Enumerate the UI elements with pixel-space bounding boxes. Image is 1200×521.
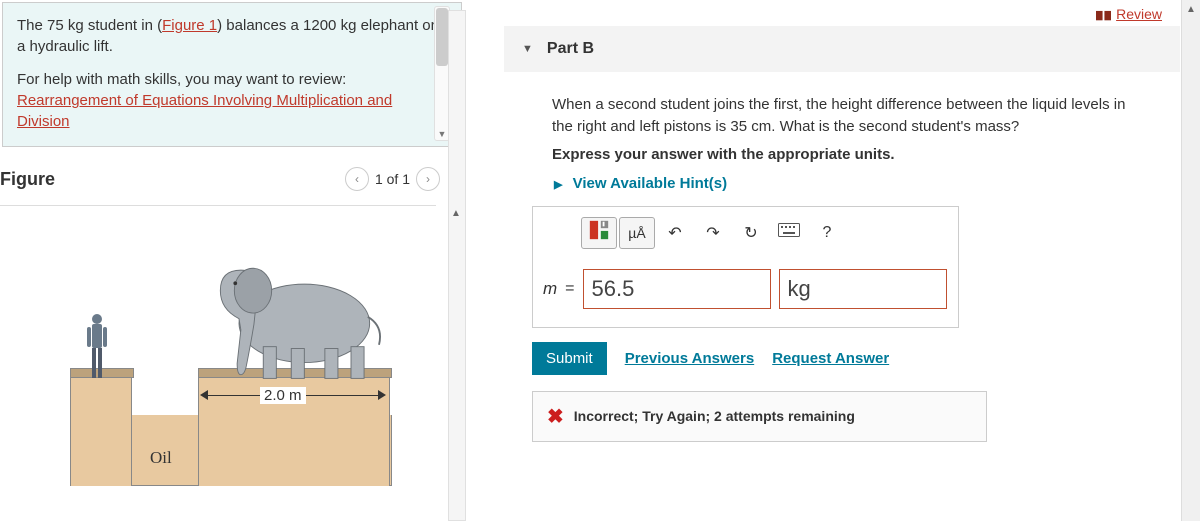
submit-button[interactable]: Submit — [532, 342, 607, 375]
dimension-label: 2.0 m — [260, 387, 306, 404]
template-icon — [588, 219, 610, 246]
question-prompt: When a second student joins the first, t… — [552, 94, 1132, 138]
redo-button[interactable]: ↷ — [695, 217, 731, 249]
problem-info-box: The 75 kg student in (Figure 1) balances… — [2, 2, 462, 147]
math-skills-link[interactable]: Rearrangement of Equations Involving Mul… — [17, 92, 392, 130]
incorrect-icon: ✖ — [547, 404, 564, 429]
view-hints-link[interactable]: ▶ View Available Hint(s) — [554, 175, 1180, 192]
figure-image: 2.0 m Oil — [60, 236, 420, 496]
unit-kg: kg — [341, 17, 357, 34]
person-icon — [84, 312, 110, 384]
part-label: Part B — [547, 40, 594, 58]
keyboard-icon — [778, 223, 800, 242]
figure-counter: 1 of 1 — [375, 171, 410, 187]
previous-answers-link[interactable]: Previous Answers — [625, 350, 755, 367]
figure-scrollbar[interactable]: ▲ — [448, 10, 466, 521]
special-chars-label: µÅ — [628, 225, 645, 241]
info-text: ) balances a 1200 — [217, 17, 340, 34]
equals-sign: = — [565, 280, 574, 298]
answer-unit-input[interactable]: kg — [779, 269, 947, 309]
answer-value-input[interactable]: 56.5 — [583, 269, 771, 309]
info-text: student in ( — [84, 17, 162, 34]
help-button[interactable]: ? — [809, 217, 845, 249]
book-icon — [1096, 8, 1111, 20]
keyboard-button[interactable] — [771, 217, 807, 249]
elephant-icon — [200, 244, 390, 384]
expand-icon: ▶ — [554, 179, 562, 191]
template-tool-button[interactable] — [581, 217, 617, 249]
info-text: For help with math skills, you may want … — [17, 71, 346, 88]
answer-instruction: Express your answer with the appropriate… — [552, 146, 1180, 163]
figure-prev-button[interactable]: ‹ — [345, 167, 369, 191]
undo-button[interactable]: ↶ — [657, 217, 693, 249]
collapse-icon: ▼ — [522, 43, 533, 55]
reset-button[interactable]: ↻ — [733, 217, 769, 249]
figure-link[interactable]: Figure 1 — [162, 17, 217, 34]
figure-title: Figure — [0, 169, 55, 190]
page-scrollbar[interactable]: ▲ — [1181, 0, 1200, 521]
unit-kg: kg — [68, 17, 84, 34]
special-chars-button[interactable]: µÅ — [619, 217, 655, 249]
answer-input-box: µÅ ↶ ↷ ↻ ? m = 56.5 kg — [532, 206, 959, 328]
review-link[interactable]: Review — [1096, 6, 1162, 22]
figure-next-button[interactable]: › — [416, 167, 440, 191]
oil-label: Oil — [150, 448, 172, 468]
part-header[interactable]: ▼ Part B — [504, 26, 1180, 72]
feedback-text: Incorrect; Try Again; 2 attempts remaini… — [574, 408, 855, 424]
info-text: The 75 — [17, 17, 68, 34]
request-answer-link[interactable]: Request Answer — [772, 350, 889, 367]
feedback-box: ✖ Incorrect; Try Again; 2 attempts remai… — [532, 391, 987, 442]
variable-label: m — [543, 279, 557, 299]
